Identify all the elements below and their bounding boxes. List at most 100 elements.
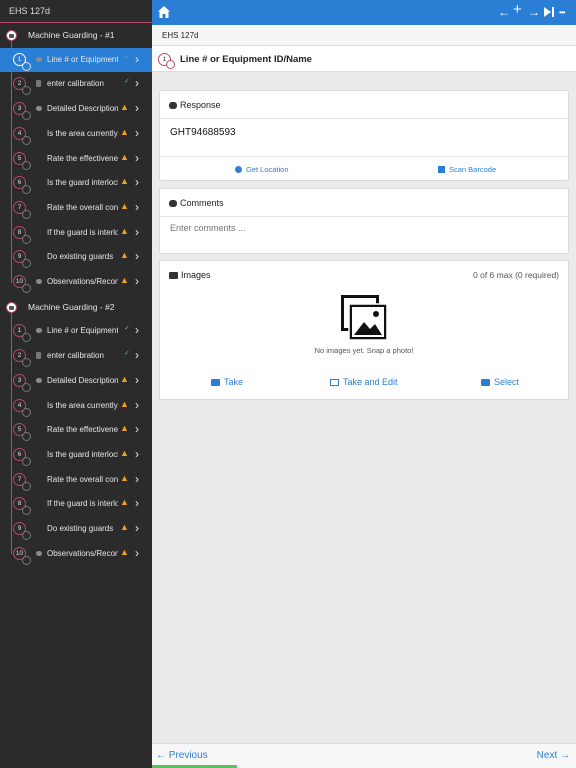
item-status-dot — [22, 481, 31, 491]
scan-barcode-label: Scan Barcode — [449, 165, 497, 174]
chat-icon — [169, 102, 177, 109]
sidebar-item[interactable]: 8If the guard is interlocked▲› — [0, 221, 152, 245]
sidebar-item[interactable]: 7Rate the overall condition▲› — [0, 196, 152, 220]
sidebar-section-title: Machine Guarding - #2 — [28, 301, 115, 312]
question-status-dot — [166, 60, 175, 69]
sidebar-item[interactable]: 1 Line # or Equipment ✓ › — [0, 319, 152, 343]
chevron-right-icon: › — [135, 521, 139, 535]
chevron-right-icon: › — [135, 51, 139, 66]
take-label: Take — [224, 377, 244, 387]
sidebar-item[interactable]: 8If the guard is interlocked▲› — [0, 492, 152, 516]
item-status-dot — [22, 86, 31, 96]
camera-icon — [211, 379, 220, 386]
sidebar-item[interactable]: 3 Detailed Description ▲ › — [0, 97, 152, 121]
take-photo-button[interactable]: Take — [211, 377, 243, 387]
sidebar-item[interactable]: 6Is the guard interlocked▲› — [0, 443, 152, 467]
sidebar-item-label: Observations/Recommendations — [47, 277, 118, 286]
footer-nav: ← Previous Next → — [152, 743, 576, 768]
response-heading: Response — [180, 100, 221, 110]
barcode-icon — [438, 166, 445, 173]
next-button[interactable]: Next → — [537, 750, 570, 761]
sidebar-section-title: Machine Guarding - #1 — [28, 30, 115, 40]
sidebar-item[interactable]: 7Rate the overall condition▲› — [0, 468, 152, 492]
skip-forward-icon[interactable] — [543, 6, 555, 18]
chevron-right-icon: › — [135, 422, 139, 437]
sidebar-item[interactable]: 5Rate the effectiveness▲› — [0, 147, 152, 171]
sidebar-title: EHS 127d — [0, 0, 152, 23]
chat-icon — [36, 279, 42, 284]
sidebar-item-label: enter calibration — [47, 351, 104, 361]
sidebar-item[interactable]: 4 Is the area currently ▲ › — [0, 122, 152, 146]
warning-icon: ▲ — [120, 398, 129, 409]
response-card: Response GHT94688593 Get Location Scan B… — [159, 90, 569, 181]
warning-icon: ▲ — [120, 522, 129, 532]
document-icon — [36, 80, 41, 88]
question-header: 1 Line # or Equipment ID/Name — [152, 46, 576, 72]
top-toolbar: ← + → ••• — [152, 0, 576, 25]
arrow-left-icon[interactable]: ← — [498, 4, 510, 20]
sidebar-item[interactable]: 2 enter calibration ✓ › — [0, 344, 152, 368]
scan-barcode-button[interactable]: Scan Barcode — [438, 165, 496, 174]
check-icon: ✓ — [124, 78, 130, 86]
sidebar-item[interactable]: 4 Is the area currently ▲ › — [0, 394, 152, 418]
sidebar-item-label: Is the guard interlocked — [47, 178, 118, 188]
item-status-dot — [22, 358, 31, 368]
sidebar-item-label: Rate the effectiveness — [47, 153, 118, 163]
chat-icon — [36, 328, 42, 334]
chat-icon — [36, 106, 42, 112]
warning-icon: ▲ — [120, 373, 129, 384]
arrow-right-icon[interactable]: → — [528, 4, 540, 20]
chevron-right-icon: › — [135, 76, 139, 91]
previous-button[interactable]: ← Previous — [156, 750, 208, 761]
warning-icon: ▲ — [120, 275, 129, 285]
sidebar-item[interactable]: 6Is the guard interlocked▲› — [0, 171, 152, 195]
sidebar-item[interactable]: 2 enter calibration ✓ › — [0, 72, 152, 96]
folder-icon — [6, 30, 17, 41]
sidebar-item[interactable]: 10Observations/Recommendations▲› — [0, 270, 152, 294]
sidebar-item[interactable]: 3 Detailed Description ▲ › — [0, 369, 152, 393]
sidebar-item-label: Rate the effectiveness — [47, 425, 118, 435]
item-status-dot — [22, 160, 31, 170]
comments-heading: Comments — [180, 198, 224, 208]
sidebar-item-label: Rate the overall condition — [47, 474, 118, 484]
sidebar-item-label: Do existing guards — [47, 252, 114, 262]
sidebar-section[interactable]: Machine Guarding - #1 — [0, 23, 152, 47]
home-icon[interactable] — [157, 5, 171, 19]
sidebar-item[interactable]: 9 Do existing guards ▲ › — [0, 245, 152, 269]
take-edit-label: Take and Edit — [343, 377, 398, 387]
sidebar-item-label: Is the guard interlocked — [47, 449, 118, 459]
response-value[interactable]: GHT94688593 — [170, 127, 236, 138]
item-status-dot — [22, 432, 31, 442]
sidebar-item[interactable]: 10Observations/Recommendations▲› — [0, 542, 152, 566]
warning-icon: ▲ — [120, 225, 129, 236]
plus-icon[interactable]: + — [513, 2, 522, 18]
sidebar-item-label: Do existing guards — [47, 524, 114, 533]
sidebar-item-label: enter calibration — [47, 79, 104, 89]
sidebar-item[interactable]: 1 Line # or Equipment ✓ › — [0, 47, 152, 72]
more-icon[interactable]: ••• — [559, 5, 565, 21]
item-status-dot — [22, 209, 31, 219]
chevron-right-icon: › — [135, 323, 139, 338]
breadcrumb: EHS 127d — [152, 25, 576, 46]
get-location-button[interactable]: Get Location — [235, 165, 289, 174]
chevron-right-icon: › — [135, 372, 139, 387]
sidebar-item-label: Is the area currently — [47, 128, 118, 138]
comments-input[interactable] — [170, 223, 550, 233]
sidebar-item[interactable]: 9 Do existing guards ▲ › — [0, 517, 152, 541]
sidebar-item-label: Is the area currently — [47, 400, 118, 410]
chevron-right-icon: › — [135, 348, 139, 363]
select-image-button[interactable]: Select — [481, 377, 519, 387]
warning-icon: ▲ — [120, 472, 129, 483]
item-status-dot — [22, 185, 31, 195]
check-icon: ✓ — [124, 325, 130, 333]
sidebar-item-label: Detailed Description — [47, 104, 118, 114]
take-and-edit-button[interactable]: Take and Edit — [330, 377, 398, 387]
item-status-dot — [22, 456, 31, 466]
chevron-right-icon: › — [135, 125, 139, 140]
image-icon — [169, 272, 178, 279]
sidebar-item[interactable]: 5Rate the effectiveness▲› — [0, 418, 152, 442]
crop-icon — [330, 379, 339, 386]
sidebar-item-label: Line # or Equipment — [47, 54, 118, 64]
sidebar-section[interactable]: Machine Guarding - #2 — [0, 295, 152, 319]
divider — [160, 118, 568, 119]
